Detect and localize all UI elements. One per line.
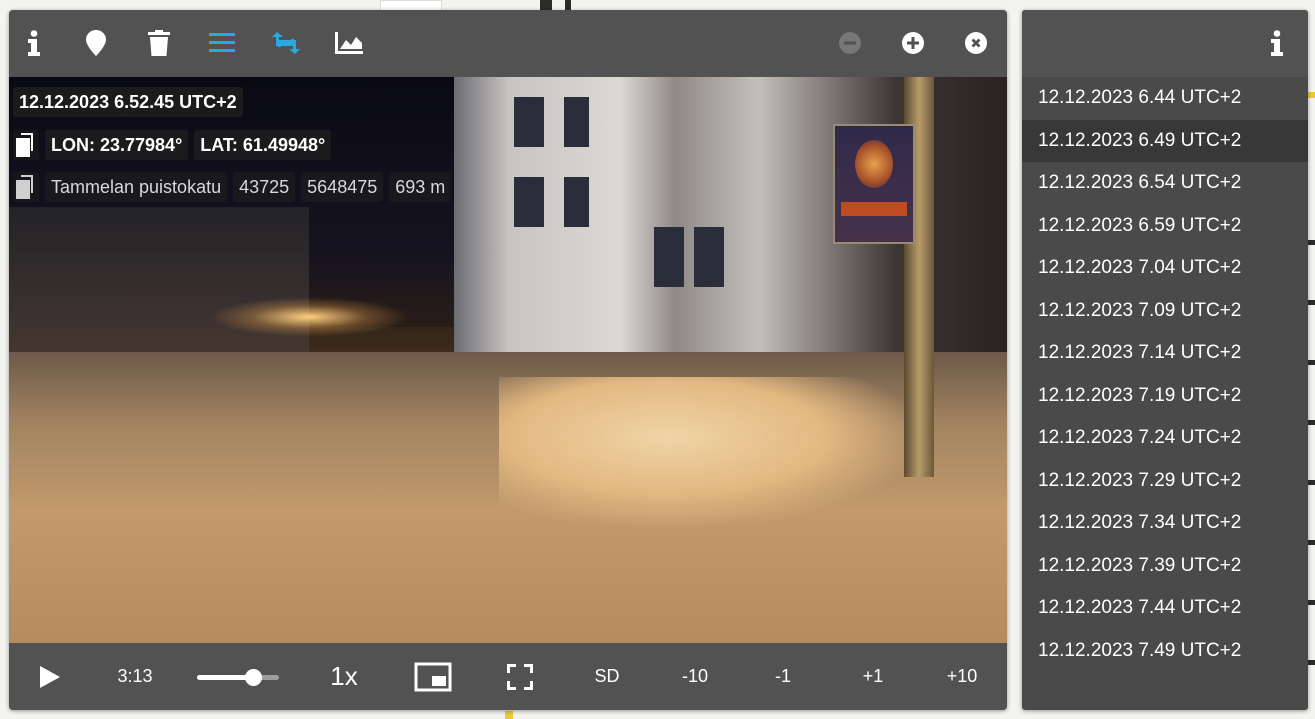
info-icon[interactable] bbox=[19, 28, 49, 58]
quality-button[interactable]: SD bbox=[585, 643, 629, 710]
timestamp-list-item[interactable]: 12.12.2023 7.29 UTC+2 bbox=[1022, 460, 1308, 503]
timestamp-list-item[interactable]: 12.12.2023 7.24 UTC+2 bbox=[1022, 417, 1308, 460]
copy-coordinates-icon[interactable] bbox=[13, 130, 39, 160]
picture-in-picture-icon[interactable] bbox=[411, 643, 455, 710]
timestamp-list-item[interactable]: 12.12.2023 6.44 UTC+2 bbox=[1022, 77, 1308, 120]
timestamp-list-item[interactable]: 12.12.2023 6.59 UTC+2 bbox=[1022, 205, 1308, 248]
playback-controls: 3:13 1x SD -10 -1 +1 +10 bbox=[9, 643, 1007, 710]
timestamp-list-item[interactable]: 12.12.2023 7.04 UTC+2 bbox=[1022, 247, 1308, 290]
location-code-2: 5648475 bbox=[301, 172, 384, 202]
timestamp-list-item[interactable]: 12.12.2023 7.34 UTC+2 bbox=[1022, 502, 1308, 545]
list-icon[interactable] bbox=[207, 28, 237, 58]
video-timestamp: 12.12.2023 6.52.45 UTC+2 bbox=[13, 87, 243, 117]
chart-icon[interactable] bbox=[334, 28, 364, 58]
volume-slider-thumb[interactable] bbox=[244, 669, 262, 686]
timestamp-list-item[interactable]: 12.12.2023 7.44 UTC+2 bbox=[1022, 587, 1308, 630]
video-frame[interactable]: 12.12.2023 6.52.45 UTC+2 LON: 23.77984° … bbox=[9, 77, 1007, 643]
fullscreen-icon[interactable] bbox=[498, 643, 542, 710]
street-name-label: Tammelan puistokatu bbox=[45, 172, 228, 202]
map-marker-icon[interactable] bbox=[81, 28, 111, 58]
billboard-sign bbox=[833, 124, 915, 244]
swap-icon[interactable] bbox=[271, 28, 301, 58]
video-player-panel: 12.12.2023 6.52.45 UTC+2 LON: 23.77984° … bbox=[9, 10, 1007, 710]
player-toolbar bbox=[9, 10, 1007, 77]
timestamp-list-item[interactable]: 12.12.2023 7.39 UTC+2 bbox=[1022, 545, 1308, 588]
timestamp-list-item[interactable]: 12.12.2023 7.14 UTC+2 bbox=[1022, 332, 1308, 375]
zoom-in-icon[interactable] bbox=[898, 28, 928, 58]
skip-back-10-button[interactable]: -10 bbox=[673, 643, 717, 710]
play-button[interactable] bbox=[35, 643, 65, 710]
timestamp-list-item[interactable]: 12.12.2023 7.09 UTC+2 bbox=[1022, 290, 1308, 333]
timestamp-list-item[interactable]: 12.12.2023 6.49 UTC+2 bbox=[1022, 119, 1308, 162]
latitude-label: LAT: 61.49948° bbox=[194, 130, 332, 160]
current-time: 3:13 bbox=[117, 666, 153, 686]
skip-forward-1-button[interactable]: +1 bbox=[851, 643, 895, 710]
copy-address-icon[interactable] bbox=[13, 172, 39, 202]
timestamp-list-item[interactable]: 12.12.2023 7.19 UTC+2 bbox=[1022, 375, 1308, 418]
skip-back-1-button[interactable]: -1 bbox=[761, 643, 805, 710]
skip-forward-10-button[interactable]: +10 bbox=[940, 643, 984, 710]
distance-label: 693 m bbox=[389, 172, 452, 202]
trash-icon[interactable] bbox=[144, 28, 174, 58]
sidebar-header bbox=[1022, 10, 1308, 77]
timestamp-sidebar: 12.12.2023 6.44 UTC+2 12.12.2023 6.49 UTC… bbox=[1022, 10, 1308, 710]
timestamp-list-item[interactable]: 12.12.2023 6.54 UTC+2 bbox=[1022, 162, 1308, 205]
zoom-out-icon[interactable] bbox=[835, 28, 865, 58]
close-icon[interactable] bbox=[961, 28, 991, 58]
playback-speed-button[interactable]: 1x bbox=[322, 643, 366, 710]
longitude-label: LON: 23.77984° bbox=[45, 130, 189, 160]
sidebar-info-icon[interactable] bbox=[1262, 28, 1292, 58]
volume-slider[interactable] bbox=[197, 669, 279, 686]
location-code-1: 43725 bbox=[233, 172, 296, 202]
timestamp-list-item[interactable]: 12.12.2023 7.49 UTC+2 bbox=[1022, 630, 1308, 673]
timestamp-list: 12.12.2023 6.44 UTC+2 12.12.2023 6.49 UTC… bbox=[1022, 77, 1308, 672]
